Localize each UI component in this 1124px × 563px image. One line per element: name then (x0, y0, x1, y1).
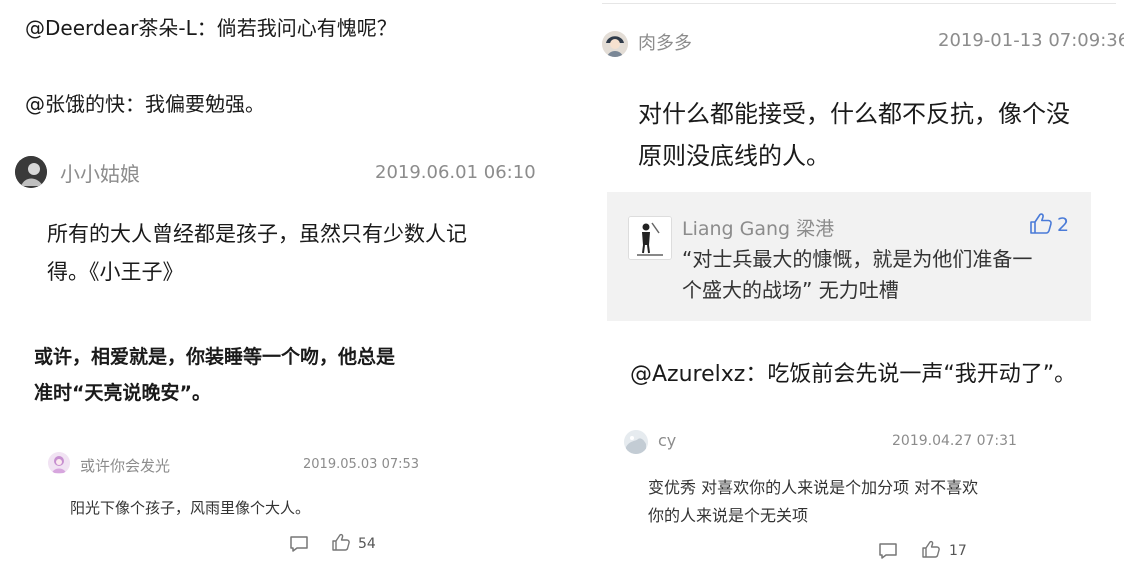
reply-azurelxz: @Azurelxz：吃饭前会先说一声“我开动了”。 (630, 362, 1077, 387)
post-text-line-1: 对什么都能接受，什么都不反抗，像个没 (638, 100, 1070, 128)
nested-reply-username[interactable]: Liang Gang 梁港 (682, 214, 834, 241)
comment-timestamp: 2019.06.01 06:10 (375, 162, 536, 183)
avatar[interactable] (15, 156, 47, 188)
nested-reply-like-count: 2 (1057, 214, 1070, 236)
thumbs-up-icon[interactable] (331, 533, 351, 552)
comment-username[interactable]: 或许你会发光 (80, 455, 170, 476)
comment-timestamp: 2019.04.27 07:31 (892, 433, 1017, 449)
post-text-line-2: 原则没底线的人。 (638, 142, 830, 170)
like-count: 54 (358, 536, 376, 552)
comment-icon[interactable] (878, 542, 898, 560)
comment-text: 阳光下像个孩子，风雨里像个大人。 (70, 499, 311, 517)
comment-text-line-1: 所有的大人曾经都是孩子，虽然只有少数人记 (47, 222, 467, 246)
comment-icon[interactable] (289, 535, 309, 553)
avatar[interactable] (602, 31, 628, 57)
reply-zhangede: @张饿的快：我偏要勉强。 (25, 92, 265, 116)
bold-quote-line-2: 准时“天亮说晚安”。 (34, 382, 211, 404)
thumbs-up-icon[interactable] (921, 540, 941, 559)
nested-reply-text-line-1: “对士兵最大的慷慨，就是为他们准备一 (682, 247, 1033, 271)
avatar[interactable] (624, 430, 648, 454)
comment-timestamp: 2019.05.03 07:53 (303, 457, 420, 472)
avatar-image-icon (629, 217, 671, 259)
comment-text-line-2: 你的人来说是个无关项 (648, 506, 809, 525)
avatar-image-icon (15, 156, 47, 188)
avatar-image-icon (48, 452, 70, 474)
comment-username[interactable]: cy (658, 431, 676, 450)
nested-reply-text-line-2: 个盛大的战场” 无力吐槽 (682, 278, 899, 302)
avatar-image-icon (624, 430, 648, 454)
like-count: 17 (949, 543, 967, 559)
thumbs-up-icon[interactable] (1029, 212, 1053, 235)
comment-text-line-2: 得。《小王子》 (47, 260, 184, 284)
reply-deerdear: @Deerdear茶朵-L：倘若我问心有愧呢？ (25, 16, 397, 40)
top-divider (602, 3, 1116, 4)
post-timestamp: 2019-01-13 07:09:36 (938, 30, 1124, 51)
comment-text-line-1: 变优秀 对喜欢你的人来说是个加分项 对不喜欢 (648, 478, 979, 497)
post-username[interactable]: 肉多多 (638, 29, 692, 55)
avatar[interactable] (48, 452, 70, 474)
nested-reply-box: Liang Gang 梁港 2 “对士兵最大的慷慨，就是为他们准备一 个盛大的战… (607, 192, 1091, 321)
bold-quote-line-1: 或许，相爱就是，你装睡等一个吻，他总是 (34, 346, 396, 368)
comment-username[interactable]: 小小姑娘 (60, 158, 140, 187)
avatar-image-icon (602, 31, 628, 57)
avatar[interactable] (628, 216, 672, 260)
